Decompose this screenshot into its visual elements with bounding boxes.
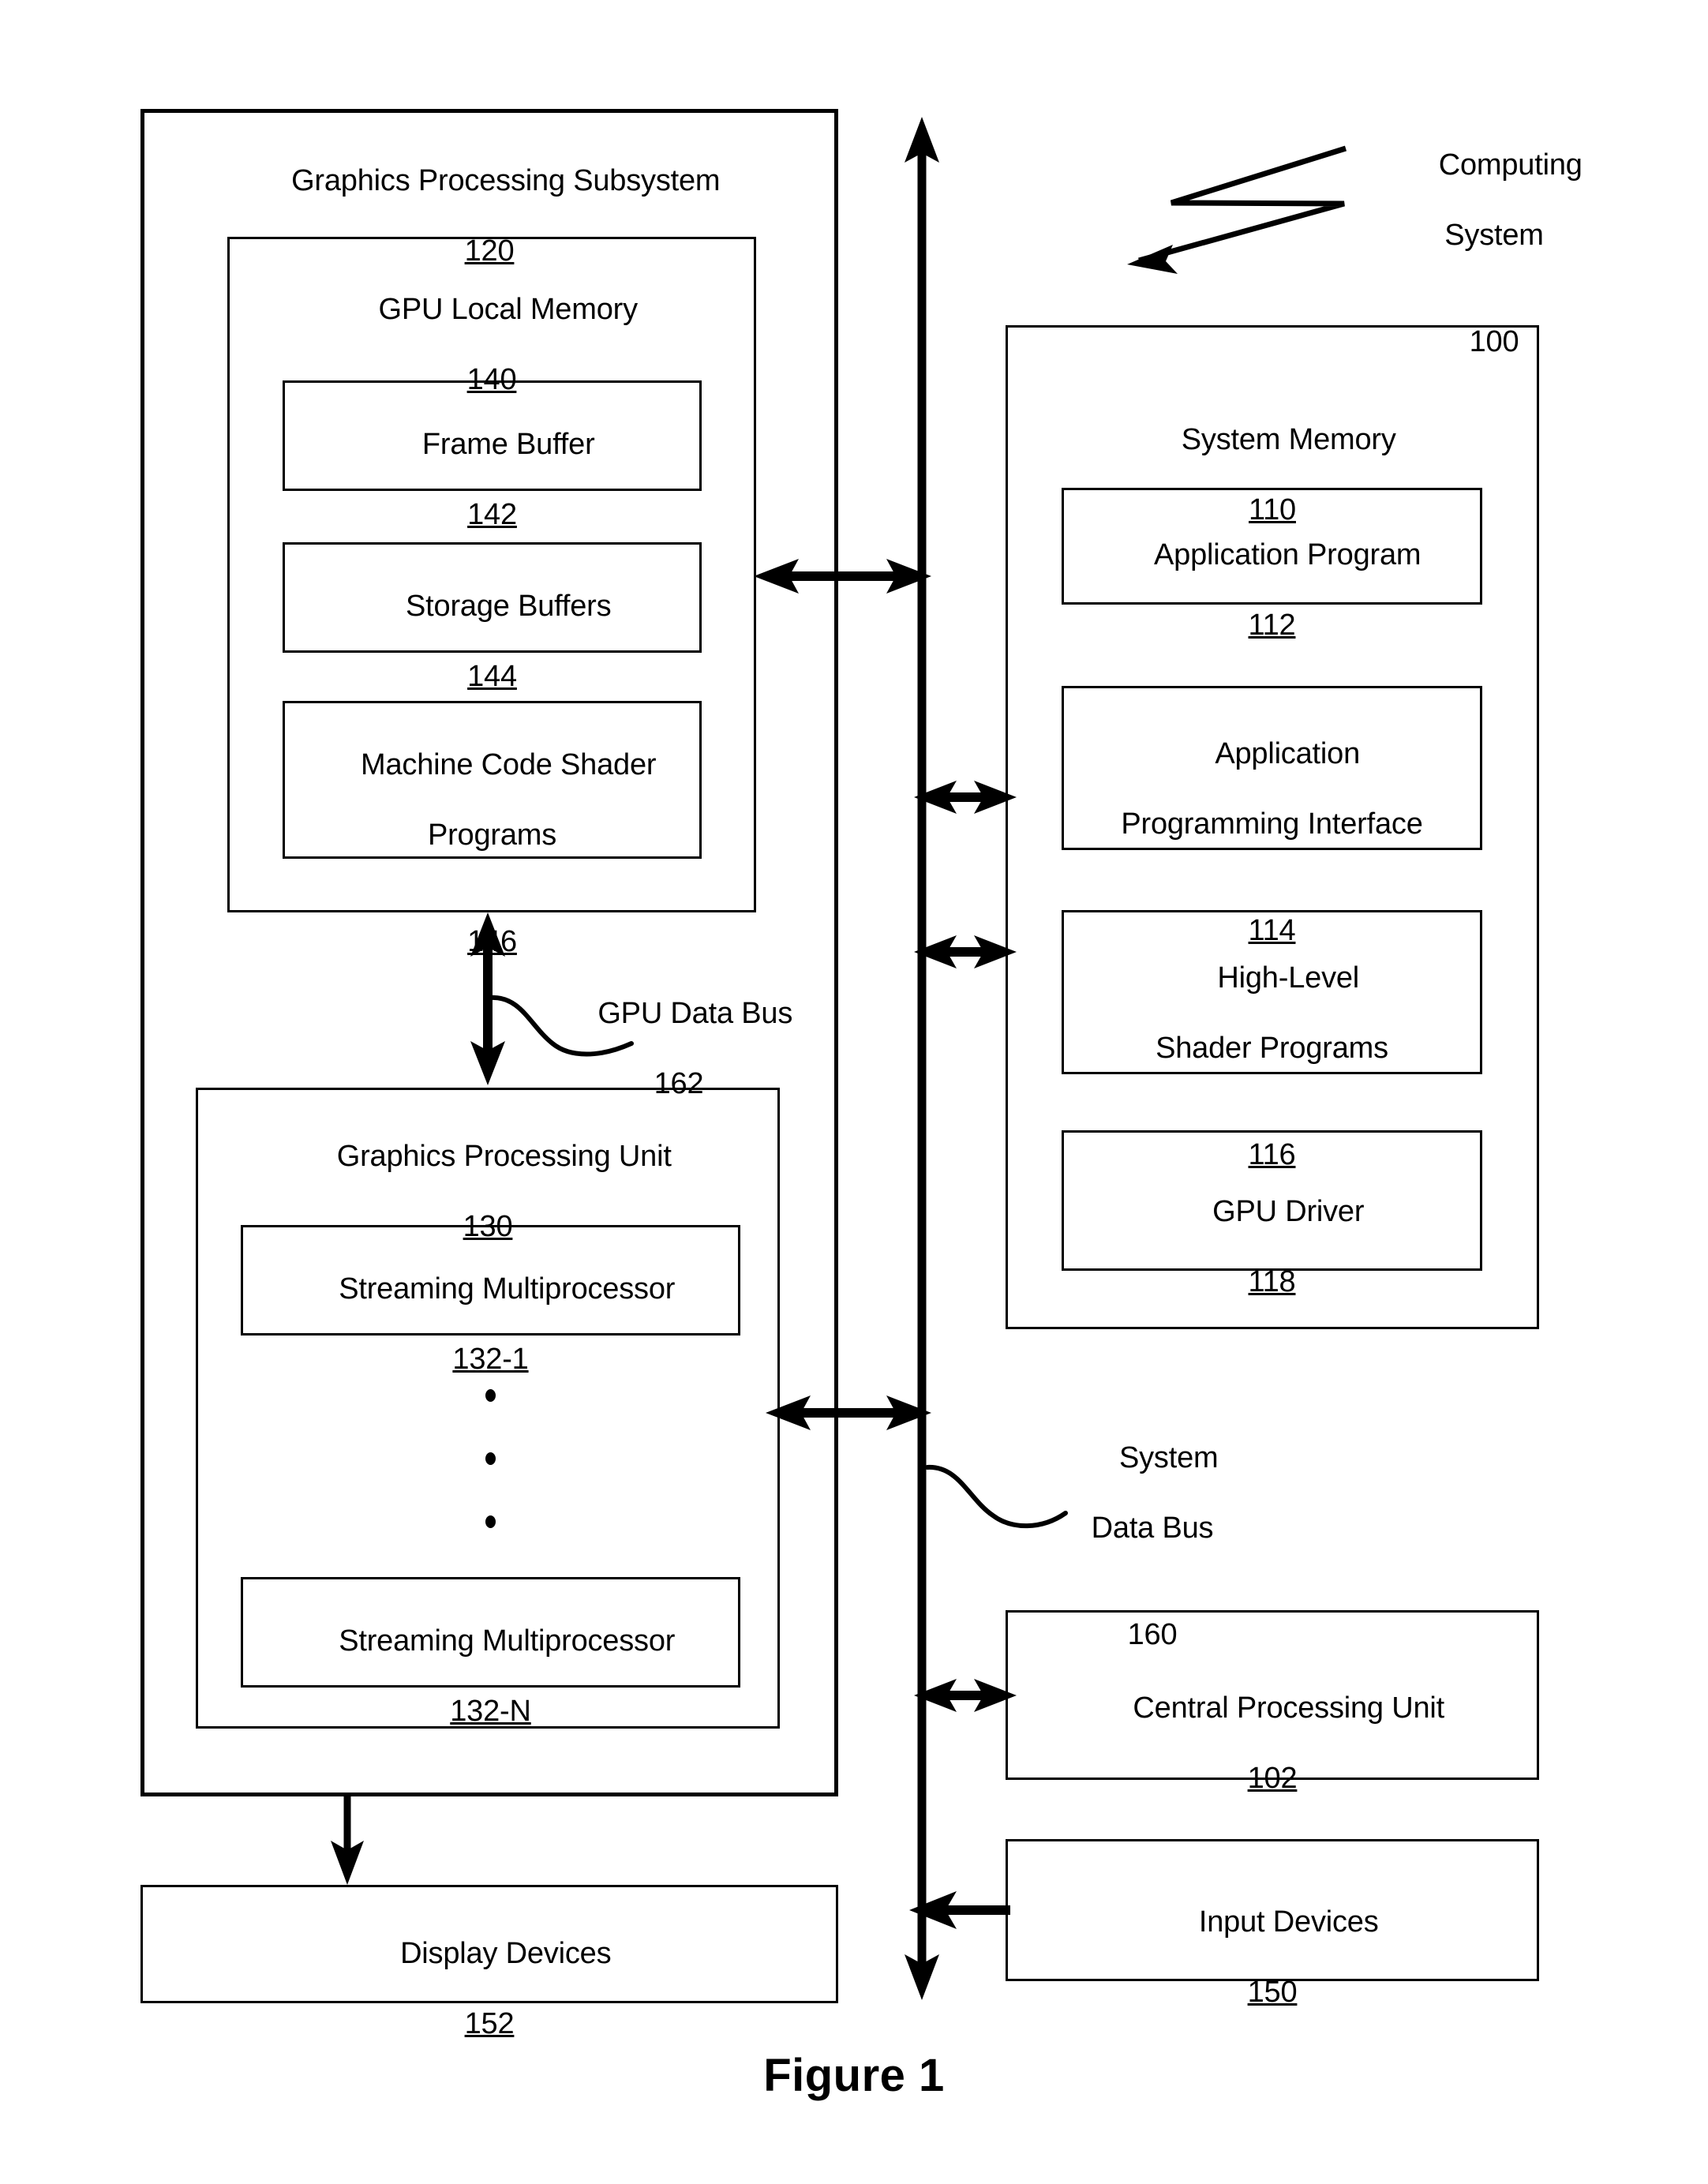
streaming-multiprocessor-n-title: Streaming Multiprocessor	[339, 1624, 676, 1658]
system-data-bus-title-line1: System	[1118, 1440, 1219, 1474]
central-processing-unit-number: 102	[1247, 1762, 1298, 1796]
figure-caption: Figure 1	[763, 2050, 945, 2101]
arrow-bus-to-cpu	[914, 1679, 1017, 1712]
frame-buffer-title: Frame Buffer	[421, 427, 595, 461]
gpu-local-memory-title: GPU Local Memory	[378, 292, 639, 326]
arrow-bus-to-system-memory-upper	[914, 781, 1017, 814]
gpu-driver-label: GPU Driver 118	[1062, 1159, 1482, 1371]
gpu-data-bus-title: GPU Data Bus	[597, 996, 793, 1030]
streaming-multiprocessor-n-number: 132-N	[450, 1695, 531, 1729]
graphics-processing-unit-title: Graphics Processing Unit	[336, 1139, 672, 1173]
vertical-ellipsis-dot-3	[485, 1515, 496, 1528]
bus-arrow-down	[905, 1954, 939, 2000]
figure-1-diagram: Graphics Processing Subsystem 120 GPU Lo…	[0, 0, 1708, 2184]
central-processing-unit-title: Central Processing Unit	[1133, 1691, 1444, 1725]
computing-system-title-line1: Computing	[1438, 148, 1583, 182]
input-devices-title: Input Devices	[1198, 1905, 1379, 1939]
gpu-driver-number: 118	[1248, 1265, 1296, 1299]
streaming-multiprocessor-1-title: Streaming Multiprocessor	[339, 1272, 676, 1306]
streaming-multiprocessor-1-number: 132-1	[452, 1343, 529, 1377]
computing-system-callout-label: Computing System 100	[1356, 112, 1632, 430]
input-devices-number: 150	[1247, 1976, 1298, 2010]
computing-system-leader-line	[1138, 145, 1347, 264]
vertical-ellipsis-dot-2	[485, 1452, 496, 1465]
graphics-processing-subsystem-title: Graphics Processing Subsystem	[291, 163, 721, 197]
system-data-bus-line	[905, 117, 939, 2000]
application-program-title: Application Program	[1153, 538, 1421, 571]
streaming-multiprocessor-1-label: Streaming Multiprocessor 132-1	[241, 1236, 740, 1448]
machine-code-shader-programs-title-line2: Programs	[427, 819, 557, 852]
system-data-bus-title-line2: Data Bus	[1091, 1512, 1214, 1545]
arrow-bus-to-system-memory-lower	[914, 935, 1017, 968]
high-level-shader-programs-title-line2: Shader Programs	[1156, 1032, 1388, 1066]
application-program-label: Application Program 112	[1054, 502, 1490, 714]
storage-buffers-number: 144	[467, 660, 517, 694]
vertical-ellipsis-dot-1	[485, 1389, 496, 1402]
computing-system-leader-arrowhead	[1127, 245, 1178, 274]
arrow-gpu-to-display-devices	[331, 1796, 364, 1885]
high-level-shader-programs-title-line1: High-Level	[1217, 961, 1360, 995]
computing-system-number: 100	[1469, 324, 1519, 358]
storage-buffers-title: Storage Buffers	[406, 589, 612, 623]
machine-code-shader-programs-title-line1: Machine Code Shader	[361, 747, 657, 781]
application-programming-interface-title-line2: Programming Interface	[1121, 807, 1423, 841]
machine-code-shader-programs-number: 146	[467, 924, 517, 958]
display-devices-number: 152	[464, 2007, 515, 2041]
bus-arrow-up	[905, 117, 939, 163]
frame-buffer-number: 142	[467, 498, 517, 532]
display-devices-title: Display Devices	[400, 1936, 612, 1970]
streaming-multiprocessor-n-label: Streaming Multiprocessor 132-N	[241, 1588, 740, 1800]
gpu-driver-title: GPU Driver	[1212, 1194, 1365, 1228]
application-program-number: 112	[1248, 609, 1296, 642]
computing-system-title-line2: System	[1444, 219, 1544, 253]
arrow-input-devices-to-bus	[909, 1891, 1010, 1929]
application-programming-interface-title-line1: Application	[1215, 736, 1361, 770]
central-processing-unit-label: Central Processing Unit 102	[1006, 1655, 1539, 1867]
